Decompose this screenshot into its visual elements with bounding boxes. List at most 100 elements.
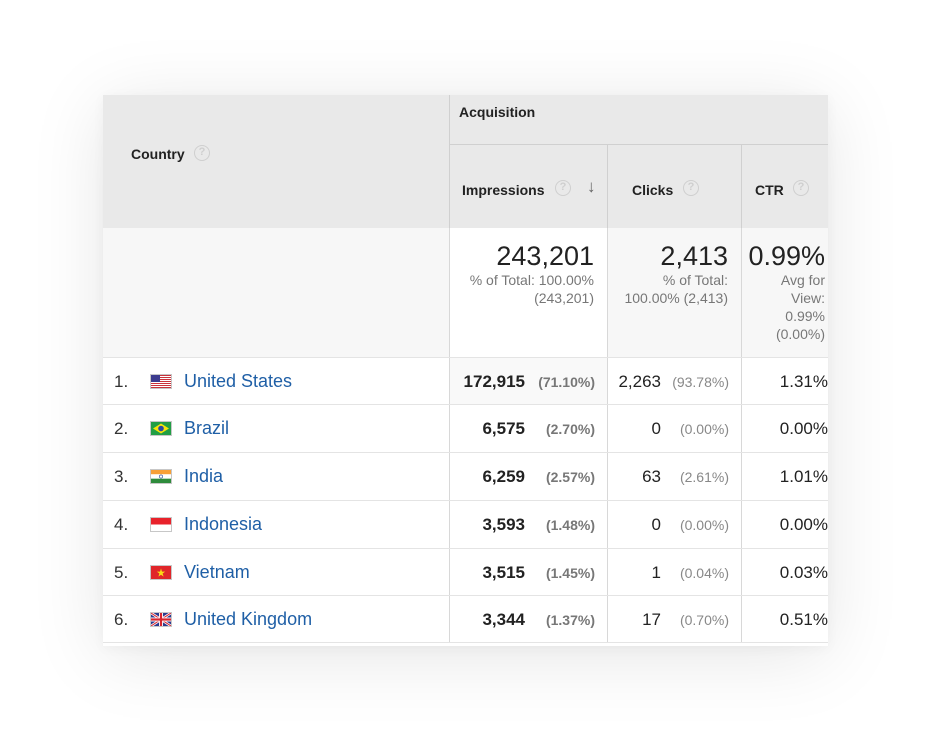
impressions-value: 172,915 bbox=[463, 372, 525, 391]
impressions-total-sub: % of Total: 100.00% (243,201) bbox=[469, 272, 594, 306]
help-icon[interactable]: ? bbox=[683, 180, 699, 196]
table-body: 1. United States 172,915 (71.10%) 2,263 … bbox=[103, 358, 828, 643]
row-rank: 1. bbox=[114, 372, 129, 391]
ctr-total-sub: Avg for View: 0.99% (0.00%) bbox=[775, 272, 825, 342]
clicks-total: 2,413 bbox=[660, 241, 728, 271]
clicks-value: 0 bbox=[651, 419, 661, 438]
clicks-total-cell: 2,413 % of Total: 100.00% (2,413) bbox=[607, 228, 741, 357]
ctr-value: 0.03% bbox=[779, 563, 828, 582]
clicks-percent: (2.61%) bbox=[679, 469, 729, 485]
clicks-percent: (0.00%) bbox=[679, 421, 729, 437]
clicks-cell: 0 (0.00%) bbox=[607, 405, 741, 452]
clicks-header-label: Clicks bbox=[632, 182, 674, 198]
impressions-value: 6,259 bbox=[482, 467, 525, 486]
acquisition-label: Acquisition bbox=[459, 104, 536, 120]
impressions-value: 6,575 bbox=[482, 419, 525, 438]
table-header: Country ? Acquisition Impressions ? ↓ Cl… bbox=[103, 95, 828, 228]
ctr-cell: 0.00% bbox=[741, 405, 828, 452]
ctr-value: 1.31% bbox=[779, 372, 828, 391]
ctr-value: 0.51% bbox=[779, 610, 828, 629]
clicks-cell: 2,263 (93.78%) bbox=[607, 358, 741, 404]
country-column-header[interactable]: Country ? bbox=[103, 95, 449, 228]
clicks-cell: 17 (0.70%) bbox=[607, 596, 741, 642]
clicks-percent: (93.78%) bbox=[672, 374, 729, 390]
ctr-cell: 1.31% bbox=[741, 358, 828, 404]
country-link[interactable]: United States bbox=[184, 371, 292, 392]
vietnam-flag-icon bbox=[150, 565, 172, 580]
india-flag-icon bbox=[150, 469, 172, 484]
clicks-value: 0 bbox=[651, 515, 661, 534]
ctr-column-header[interactable]: CTR ? bbox=[741, 145, 828, 228]
row-rank: 5. bbox=[114, 563, 129, 582]
impressions-value: 3,344 bbox=[482, 610, 525, 629]
table-row: 3. India 6,259 (2.57%) 63 (2.61%) 1.01% bbox=[103, 453, 828, 501]
impressions-percent: (71.10%) bbox=[538, 374, 595, 390]
indonesia-flag-icon bbox=[150, 517, 172, 532]
ctr-cell: 0.03% bbox=[741, 549, 828, 595]
impressions-cell: 3,344 (1.37%) bbox=[449, 596, 607, 642]
table-row: 1. United States 172,915 (71.10%) 2,263 … bbox=[103, 358, 828, 405]
country-link[interactable]: Vietnam bbox=[184, 562, 250, 583]
ctr-cell: 1.01% bbox=[741, 453, 828, 500]
impressions-percent: (1.45%) bbox=[545, 565, 595, 581]
impressions-value: 3,515 bbox=[482, 563, 525, 582]
ctr-total: 0.99% bbox=[748, 241, 825, 271]
help-icon[interactable]: ? bbox=[555, 180, 571, 196]
impressions-percent: (2.70%) bbox=[545, 421, 595, 437]
table-row: 2. Brazil 6,575 (2.70%) 0 (0.00%) 0.00% bbox=[103, 405, 828, 453]
clicks-value: 63 bbox=[642, 467, 661, 486]
clicks-value: 2,263 bbox=[618, 372, 661, 391]
country-link[interactable]: Indonesia bbox=[184, 514, 262, 535]
clicks-percent: (0.04%) bbox=[679, 565, 729, 581]
row-rank: 2. bbox=[114, 419, 129, 438]
clicks-cell: 63 (2.61%) bbox=[607, 453, 741, 500]
impressions-value: 3,593 bbox=[482, 515, 525, 534]
ctr-cell: 0.00% bbox=[741, 501, 828, 548]
clicks-column-header[interactable]: Clicks ? bbox=[607, 145, 741, 228]
clicks-total-sub: % of Total: 100.00% (2,413) bbox=[624, 272, 728, 306]
row-rank: 3. bbox=[114, 467, 129, 486]
impressions-total-cell: 243,201 % of Total: 100.00% (243,201) bbox=[449, 228, 607, 357]
impressions-total: 243,201 bbox=[496, 241, 594, 271]
table-row: 5. Vietnam 3,515 (1.45%) 1 (0.04%) 0.03% bbox=[103, 549, 828, 596]
country-header-label: Country bbox=[131, 146, 185, 162]
sort-descending-icon[interactable]: ↓ bbox=[587, 177, 596, 197]
ctr-value: 0.00% bbox=[779, 515, 828, 534]
row-rank: 4. bbox=[114, 515, 129, 534]
clicks-percent: (0.70%) bbox=[679, 612, 729, 628]
impressions-cell: 3,515 (1.45%) bbox=[449, 549, 607, 595]
row-rank: 6. bbox=[114, 610, 129, 629]
ctr-value: 0.00% bbox=[779, 419, 828, 438]
clicks-cell: 0 (0.00%) bbox=[607, 501, 741, 548]
clicks-value: 1 bbox=[651, 563, 661, 582]
ctr-total-cell: 0.99% Avg for View: 0.99% (0.00%) bbox=[741, 228, 828, 357]
ctr-value: 1.01% bbox=[779, 467, 828, 486]
ctr-header-label: CTR bbox=[755, 182, 784, 198]
acquisition-group-header: Acquisition bbox=[449, 95, 828, 145]
us-flag-icon bbox=[150, 374, 172, 389]
uk-flag-icon bbox=[150, 612, 172, 627]
impressions-percent: (2.57%) bbox=[545, 469, 595, 485]
impressions-cell: 172,915 (71.10%) bbox=[449, 358, 607, 404]
ctr-cell: 0.51% bbox=[741, 596, 828, 642]
brazil-flag-icon bbox=[150, 421, 172, 436]
impressions-percent: (1.37%) bbox=[545, 612, 595, 628]
impressions-percent: (1.48%) bbox=[545, 517, 595, 533]
report-table: Country ? Acquisition Impressions ? ↓ Cl… bbox=[103, 95, 828, 646]
help-icon[interactable]: ? bbox=[194, 145, 210, 161]
impressions-cell: 3,593 (1.48%) bbox=[449, 501, 607, 548]
table-row: 6. United Kingdom 3,344 (1.37%) 17 (0.70… bbox=[103, 596, 828, 643]
impressions-cell: 6,575 (2.70%) bbox=[449, 405, 607, 452]
country-link[interactable]: Brazil bbox=[184, 418, 229, 439]
country-link[interactable]: India bbox=[184, 466, 223, 487]
clicks-percent: (0.00%) bbox=[679, 517, 729, 533]
clicks-cell: 1 (0.04%) bbox=[607, 549, 741, 595]
help-icon[interactable]: ? bbox=[793, 180, 809, 196]
clicks-value: 17 bbox=[642, 610, 661, 629]
impressions-header-label: Impressions bbox=[462, 182, 545, 198]
impressions-column-header[interactable]: Impressions ? ↓ bbox=[449, 145, 607, 228]
totals-row: 243,201 % of Total: 100.00% (243,201) 2,… bbox=[103, 228, 828, 358]
impressions-cell: 6,259 (2.57%) bbox=[449, 453, 607, 500]
country-link[interactable]: United Kingdom bbox=[184, 609, 312, 630]
table-row: 4. Indonesia 3,593 (1.48%) 0 (0.00%) 0.0… bbox=[103, 501, 828, 549]
